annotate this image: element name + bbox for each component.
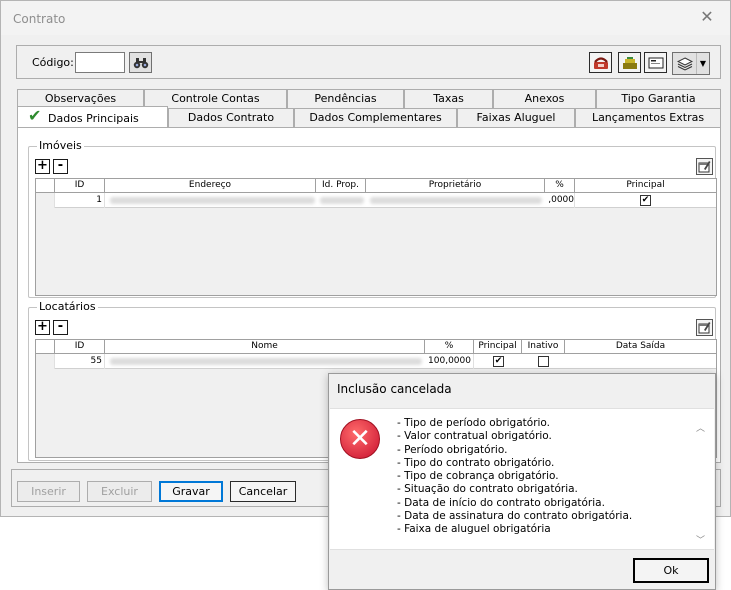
error-message: - Período obrigatório.	[397, 443, 508, 456]
edit-imoveis-button[interactable]	[696, 158, 713, 175]
remove-locatario-button[interactable]: -	[53, 320, 68, 335]
codigo-label: Código:	[32, 56, 74, 69]
col-proprietario[interactable]: Proprietário	[366, 179, 545, 193]
inserir-button[interactable]: Inserir	[17, 481, 80, 502]
card-button[interactable]	[644, 52, 667, 73]
error-message: - Tipo de cobrança obrigatório.	[397, 470, 559, 483]
error-message: - Data de assinatura do contrato obrigat…	[397, 510, 633, 523]
inclusao-cancelada-dialog: Inclusão cancelada ✕ - Tipo de período o…	[328, 373, 716, 590]
remove-imovel-button[interactable]: -	[53, 159, 68, 174]
layers-menu-button[interactable]: ▼	[672, 52, 710, 75]
gravar-button[interactable]: Gravar	[159, 481, 223, 502]
cash-register-button[interactable]	[618, 52, 641, 73]
tab-tipo-garantia[interactable]: Tipo Garantia	[596, 89, 721, 108]
window-title: Contrato	[13, 12, 66, 26]
phone-icon	[593, 56, 608, 69]
tab-faixas-aluguel[interactable]: Faixas Aluguel	[457, 108, 575, 127]
locatarios-grid-header: ID Nome % Principal Inativo Data Saída	[36, 340, 716, 354]
edit-locatarios-button[interactable]	[696, 319, 713, 336]
col-percent[interactable]: %	[545, 179, 575, 193]
error-message: - Data de início do contrato obrigatória…	[397, 496, 605, 509]
error-message: - Situação do contrato obrigatória.	[397, 483, 578, 496]
col-inativo[interactable]: Inativo	[522, 340, 565, 354]
col-endereco[interactable]: Endereço	[105, 179, 316, 193]
tab-pendencias[interactable]: Pendências	[287, 89, 404, 108]
excluir-button[interactable]: Excluir	[87, 481, 152, 502]
col-data-saida[interactable]: Data Saída	[565, 340, 716, 354]
principal-checkbox[interactable]: ✔	[493, 356, 504, 367]
ok-button[interactable]: Ok	[633, 558, 709, 583]
col-principal[interactable]: Principal	[575, 179, 716, 193]
col-percent[interactable]: %	[425, 340, 474, 354]
tab-dados-principais[interactable]: ✔ Dados Principais	[17, 106, 168, 127]
codigo-input[interactable]	[75, 52, 125, 73]
cell-id[interactable]: 55	[55, 354, 105, 369]
error-message: - Valor contratual obrigatório.	[397, 430, 552, 443]
redacted-nome	[110, 358, 422, 365]
redacted-id-prop	[320, 197, 364, 204]
cell-percent[interactable]: 100,0000	[425, 354, 474, 369]
phone-button[interactable]	[589, 52, 612, 73]
col-id-prop[interactable]: Id. Prop.	[316, 179, 366, 193]
tab-dados-contrato[interactable]: Dados Contrato	[168, 108, 294, 127]
redacted-proprietario	[370, 197, 542, 204]
imoveis-group: Imóveis + - ID Endereço Id. Prop. Propri…	[28, 139, 717, 298]
col-nome[interactable]: Nome	[105, 340, 425, 354]
error-icon: ✕	[340, 419, 380, 459]
cell-id[interactable]: 1	[55, 193, 105, 208]
col-id[interactable]: ID	[55, 340, 105, 354]
chevron-down-icon[interactable]: ▼	[697, 53, 709, 74]
imoveis-grid: ID Endereço Id. Prop. Proprietário % Pri…	[35, 178, 717, 296]
cancelar-button[interactable]: Cancelar	[230, 481, 296, 502]
layers-icon	[676, 56, 693, 71]
card-icon	[648, 57, 663, 68]
close-window-button[interactable]: ✕	[687, 7, 727, 29]
error-messages: - Tipo de período obrigatório. - Valor c…	[397, 417, 632, 537]
cash-register-icon	[622, 56, 637, 69]
redacted-endereco	[110, 197, 315, 204]
table-row[interactable]: 1 ,0000 ✔	[36, 193, 716, 208]
col-id[interactable]: ID	[55, 179, 105, 193]
tab-taxas[interactable]: Taxas	[404, 89, 493, 108]
table-row[interactable]: 55 100,0000 ✔	[36, 354, 716, 369]
scroll-down-icon[interactable]: ﹀	[696, 533, 705, 546]
imoveis-grid-header: ID Endereço Id. Prop. Proprietário % Pri…	[36, 179, 716, 193]
tab-lancamentos-extras[interactable]: Lançamentos Extras	[575, 108, 721, 127]
add-imovel-button[interactable]: +	[35, 159, 50, 174]
col-principal[interactable]: Principal	[474, 340, 522, 354]
error-message: - Tipo de período obrigatório.	[397, 417, 551, 429]
dialog-body: ✕ - Tipo de período obrigatório. - Valor…	[330, 408, 714, 550]
imoveis-legend: Imóveis	[37, 139, 84, 152]
dialog-title: Inclusão cancelada	[337, 382, 452, 396]
locatarios-legend: Locatários	[37, 300, 98, 313]
binoculars-icon	[133, 57, 148, 68]
edit-grid-icon	[698, 322, 711, 334]
scroll-up-icon[interactable]: ︿	[696, 421, 705, 434]
error-message: - Tipo do contrato obrigatório.	[397, 456, 555, 469]
add-locatario-button[interactable]: +	[35, 320, 50, 335]
inativo-checkbox[interactable]	[538, 356, 549, 367]
tab-dados-complementares[interactable]: Dados Complementares	[294, 108, 457, 127]
cell-percent[interactable]: ,0000	[545, 193, 575, 208]
search-button[interactable]	[129, 52, 152, 73]
check-icon: ✔	[28, 106, 42, 125]
error-message: - Faixa de aluguel obrigatória	[397, 523, 551, 536]
principal-checkbox[interactable]: ✔	[640, 195, 651, 206]
toolbar: Código: ▼	[16, 45, 721, 79]
edit-grid-icon	[698, 161, 711, 173]
tab-anexos[interactable]: Anexos	[493, 89, 596, 108]
title-bar: Contrato ✕	[1, 1, 730, 35]
